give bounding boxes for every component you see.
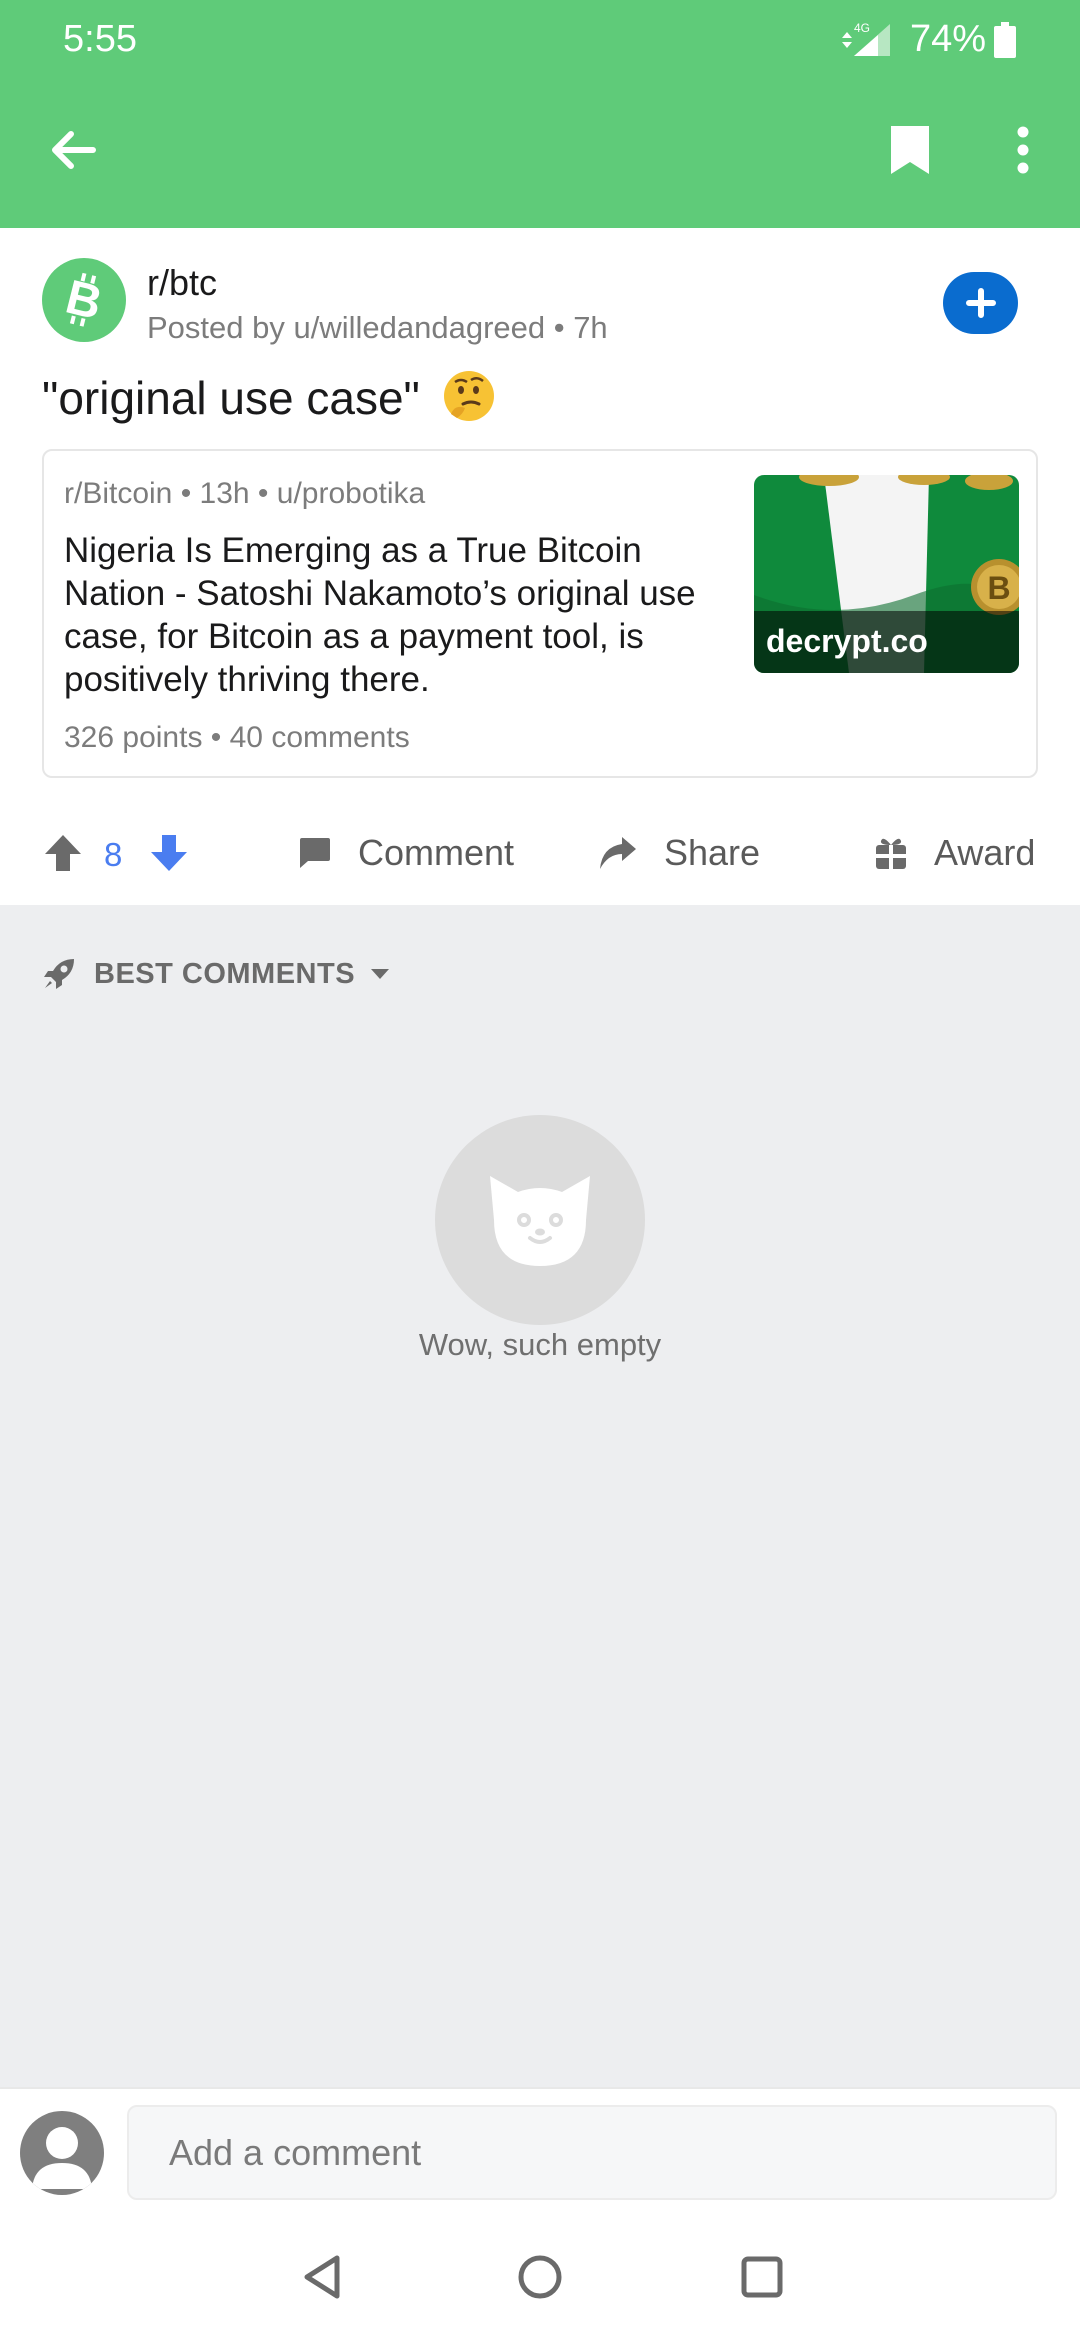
join-subreddit-button[interactable]: [943, 272, 1018, 334]
comment-composer: Add a comment: [0, 2087, 1080, 2212]
crosspost-stats: 326 points • 40 comments: [64, 721, 410, 754]
user-avatar[interactable]: [20, 2111, 104, 2195]
thumbnail-domain: decrypt.co: [754, 611, 1019, 673]
bookmark-button[interactable]: [875, 115, 945, 185]
post-title: "original use case": [42, 368, 497, 425]
battery-icon: [994, 22, 1016, 58]
comment-button[interactable]: Comment: [296, 828, 514, 878]
award-button[interactable]: Award: [874, 828, 1035, 878]
circle-home-icon: [518, 2255, 562, 2299]
app-bar: 5:55 4G 74%: [0, 0, 1080, 228]
add-comment-input[interactable]: Add a comment: [127, 2105, 1057, 2200]
system-nav-bar: [0, 2212, 1080, 2340]
svg-text:4G: 4G: [854, 21, 870, 35]
svg-text:B: B: [987, 570, 1010, 606]
crosspost-thumbnail[interactable]: B decrypt.co: [754, 475, 1019, 673]
rocket-icon: [44, 959, 74, 989]
nav-home-button[interactable]: [513, 2250, 567, 2304]
crosspost-card[interactable]: r/Bitcoin • 13h • u/probotika Nigeria Is…: [42, 449, 1038, 778]
crosspost-meta: r/Bitcoin • 13h • u/probotika: [64, 477, 426, 510]
gift-icon: [876, 838, 906, 869]
bitcoin-icon: B: [61, 272, 107, 328]
comments-section: BEST COMMENTS Wow, such empty: [0, 905, 1080, 2087]
signal-4g-icon: 4G: [842, 21, 890, 56]
arrow-left-icon: [52, 131, 96, 169]
plus-icon: [965, 288, 996, 318]
nav-back-button[interactable]: [295, 2250, 349, 2304]
share-button[interactable]: Share: [596, 828, 760, 878]
user-silhouette-icon: [32, 2127, 92, 2189]
status-bar: 5:55 4G 74%: [0, 0, 1080, 80]
empty-state-text: Wow, such empty: [418, 1327, 662, 1362]
empty-state-illustration: [435, 1115, 645, 1325]
award-label: Award: [934, 832, 1036, 873]
vote-score: 8: [104, 836, 123, 873]
more-vertical-icon: [1017, 126, 1029, 174]
bookmark-icon: [891, 126, 929, 174]
comment-sort-label: BEST COMMENTS: [94, 957, 356, 990]
post-byline[interactable]: Posted by u/willedandagreed • 7h: [147, 310, 608, 346]
post-action-bar: 8 Comment Share Award: [0, 808, 1080, 898]
subreddit-name[interactable]: r/btc: [147, 262, 217, 304]
cat-face-icon: [490, 1176, 590, 1266]
share-label: Share: [664, 832, 761, 873]
share-arrow-icon: [600, 837, 636, 869]
square-recents-icon: [741, 2256, 783, 2298]
back-button[interactable]: [38, 115, 108, 185]
comment-bubble-icon: [300, 838, 330, 868]
thinking-face-emoji-icon: [443, 371, 494, 421]
nav-recents-button[interactable]: [735, 2250, 789, 2304]
crosspost-title: Nigeria Is Emerging as a True Bitcoin Na…: [64, 531, 696, 699]
post-title-text: "original use case": [42, 372, 420, 424]
downvote-arrow-icon[interactable]: [148, 832, 190, 874]
status-time: 5:55: [63, 18, 137, 60]
comment-label: Comment: [358, 832, 515, 873]
comment-sort-selector[interactable]: BEST COMMENTS: [42, 949, 391, 999]
more-options-button[interactable]: [988, 115, 1058, 185]
subreddit-avatar[interactable]: B: [42, 258, 126, 342]
caret-down-icon: [371, 969, 390, 979]
upvote-arrow-icon[interactable]: [42, 832, 84, 874]
battery-percent: 74%: [910, 18, 987, 60]
triangle-back-icon: [304, 2255, 340, 2299]
